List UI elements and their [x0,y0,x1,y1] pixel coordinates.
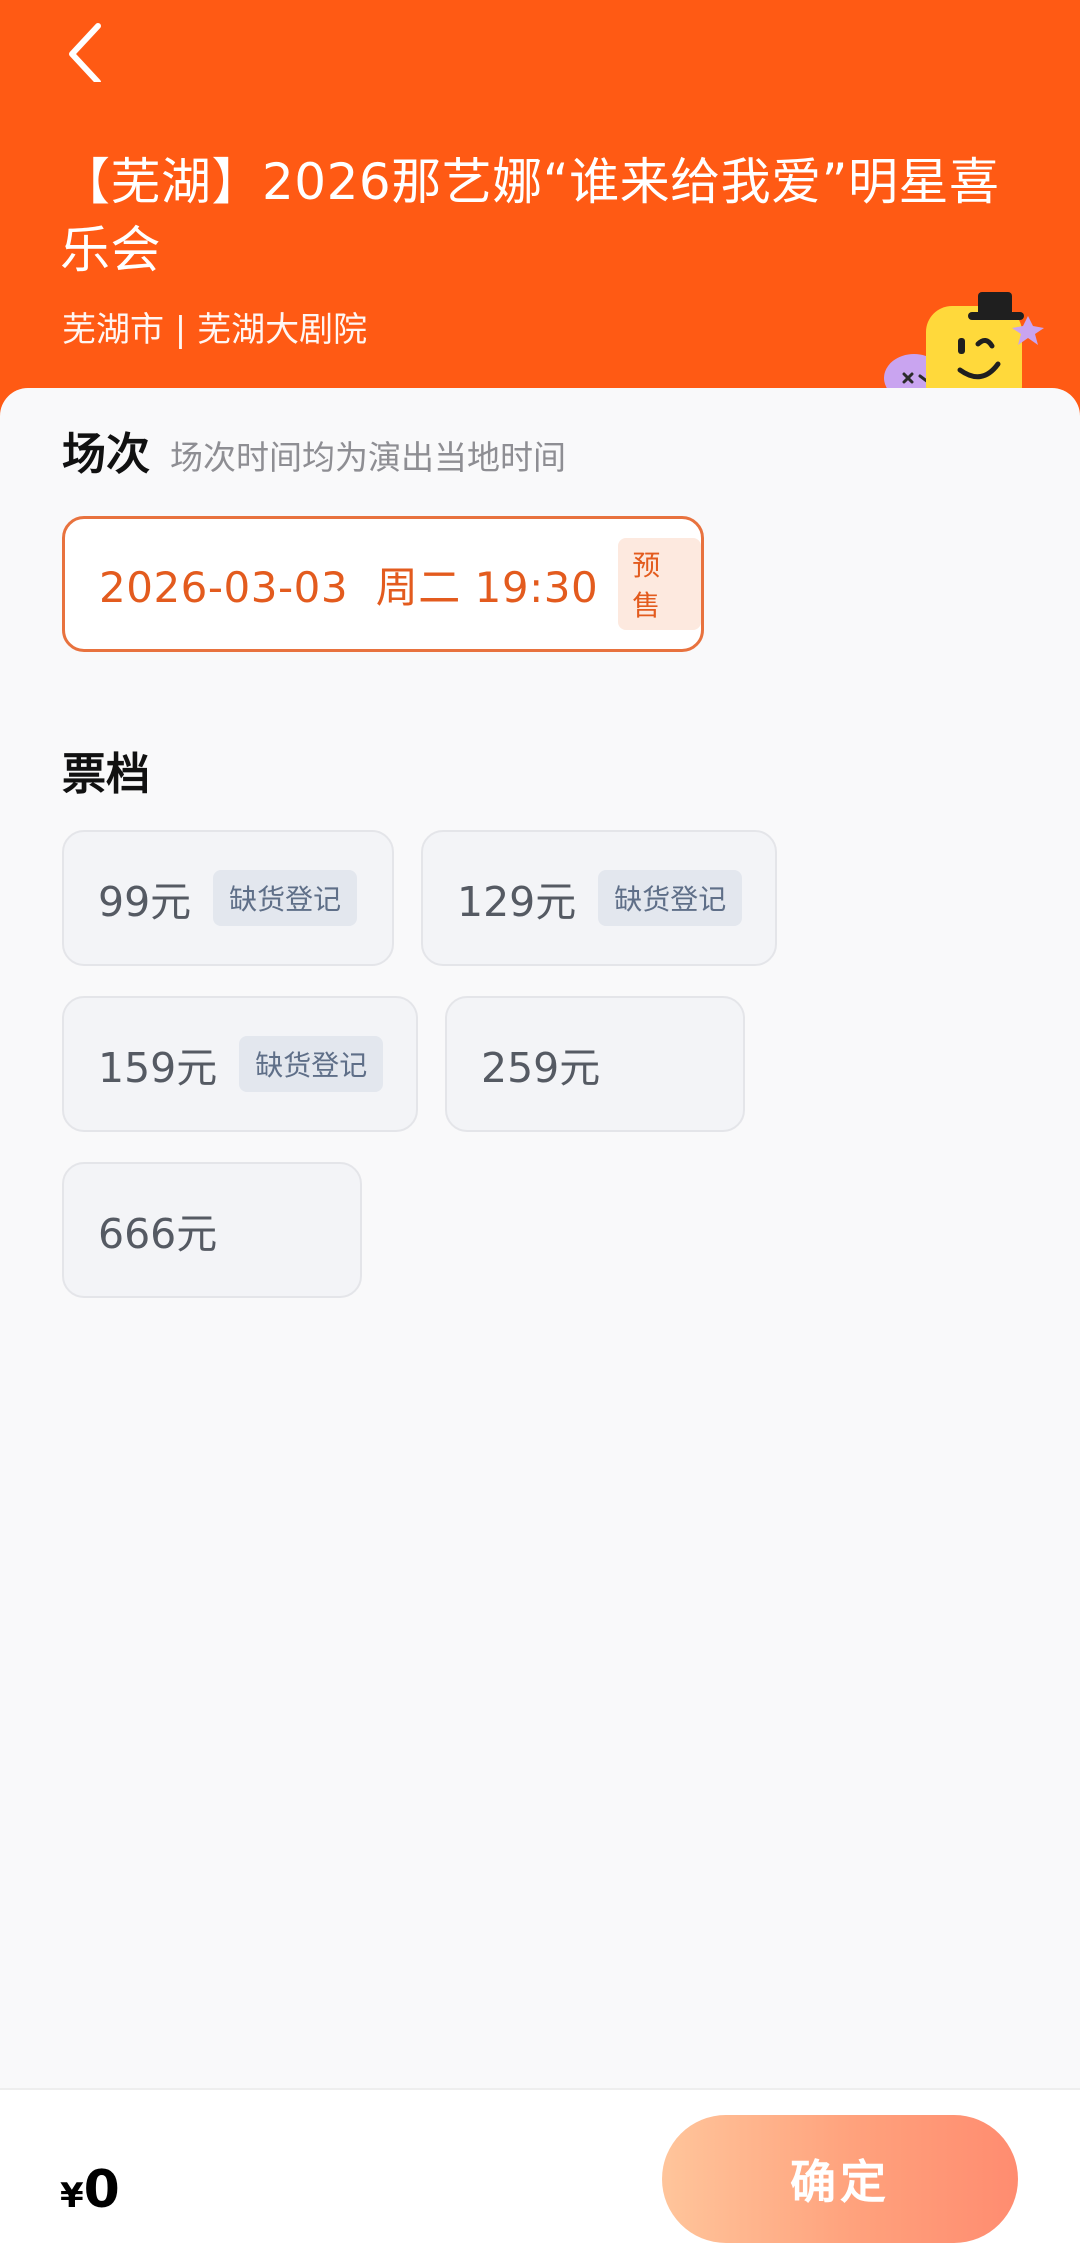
event-venue: 芜湖市 | 芜湖大剧院 [62,310,368,350]
chevron-left-icon [69,23,101,82]
session-header: 场次 场次时间均为演出当地时间 [62,418,566,482]
total-amount: 0 [83,2160,120,2220]
tier-price: 159元 [98,1044,218,1092]
currency-symbol: ¥ [60,2176,84,2216]
confirm-button[interactable]: 确定 [662,2115,1018,2243]
session-time-note: 场次时间均为演出当地时间 [170,438,566,477]
waitlist-badge: 缺货登记 [598,870,743,926]
tier-price: 259元 [481,1044,601,1092]
ticket-tier-159[interactable]: 159元 缺货登记 [62,996,418,1132]
tier-price: 129元 [457,878,577,926]
back-button[interactable] [58,12,118,82]
tier-price: 99元 [98,878,192,926]
event-header: 【芜湖】2026那艺娜“谁来给我爱”明星喜乐会 芜湖市 | 芜湖大剧院 [0,0,1080,420]
ticket-tier-129[interactable]: 129元 缺货登记 [421,830,777,966]
ticket-header: 票档 [62,738,150,802]
ticket-tier-666[interactable]: 666元 [62,1162,362,1298]
checkout-bar: ¥0 确定 [0,2088,1080,2265]
waitlist-badge: 缺货登记 [213,870,358,926]
ticket-section-title: 票档 [62,749,150,800]
event-title: 【芜湖】2026那艺娜“谁来给我爱”明星喜乐会 [60,153,1000,279]
selection-panel: 场次 场次时间均为演出当地时间 2026-03-03 周二 19:30 预售 票… [0,388,1080,2088]
waitlist-badge: 缺货登记 [239,1036,384,1092]
ticket-tier-259[interactable]: 259元 [445,996,745,1132]
ticket-selection-page: 【芜湖】2026那艺娜“谁来给我爱”明星喜乐会 芜湖市 | 芜湖大剧院 场次 场… [0,0,1080,2265]
tier-price: 666元 [98,1210,218,1258]
session-option-selected[interactable]: 2026-03-03 周二 19:30 预售 [62,516,704,652]
total-price: ¥0 [60,2160,120,2220]
session-section-title: 场次 [62,429,150,480]
session-datetime: 2026-03-03 周二 19:30 [99,562,599,612]
presale-badge: 预售 [618,538,701,630]
ticket-tier-99[interactable]: 99元 缺货登记 [62,830,394,966]
